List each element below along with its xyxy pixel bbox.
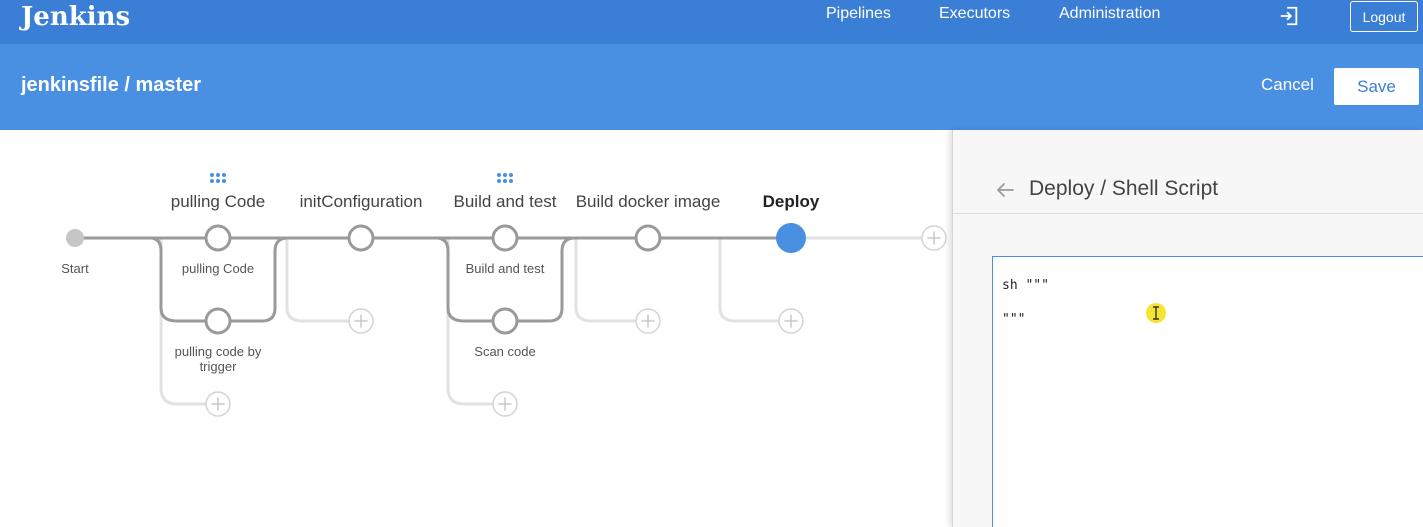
- panel-header: Deploy / Shell Script: [953, 130, 1423, 214]
- editor-header: jenkinsfile / master Cancel Save: [0, 44, 1423, 130]
- stage-title-initconfiguration[interactable]: initConfiguration: [300, 192, 423, 212]
- add-stage-icon[interactable]: [921, 225, 947, 251]
- stage-node-build-and-test[interactable]: [491, 224, 519, 252]
- stage-node-scan-code[interactable]: [491, 307, 519, 335]
- stage-title-build-docker-image[interactable]: Build docker image: [576, 192, 721, 212]
- back-arrow-icon[interactable]: [994, 179, 1016, 201]
- node-label-build-and-test: Build and test: [465, 261, 545, 276]
- stage-node-initconfiguration[interactable]: [347, 224, 375, 252]
- top-nav-bar: Jenkins Pipelines Executors Administrati…: [0, 0, 1423, 44]
- add-parallel-deploy-icon[interactable]: [778, 308, 804, 334]
- drag-grip-icon[interactable]: [495, 171, 515, 185]
- panel-title: Deploy / Shell Script: [1029, 177, 1219, 200]
- pipeline-branch-title: jenkinsfile / master: [21, 74, 202, 96]
- stage-title-pulling-code[interactable]: pulling Code: [171, 192, 266, 212]
- text-cursor-icon: [1146, 303, 1166, 323]
- add-parallel-pulling-code-icon[interactable]: [205, 391, 231, 417]
- exit-icon[interactable]: [1278, 5, 1300, 27]
- node-label-pulling-code-by-trigger: pulling code by trigger: [174, 344, 262, 374]
- drag-grip-icon[interactable]: [208, 171, 228, 185]
- add-parallel-initconfiguration-icon[interactable]: [348, 308, 374, 334]
- stage-node-deploy-selected[interactable]: [776, 223, 806, 253]
- jenkins-logo[interactable]: Jenkins: [21, 2, 130, 32]
- stage-node-build-docker-image[interactable]: [634, 224, 662, 252]
- node-label-pulling-code: pulling Code: [181, 261, 255, 276]
- start-node: [66, 229, 84, 247]
- add-parallel-build-docker-image-icon[interactable]: [635, 308, 661, 334]
- shell-script-editor[interactable]: [992, 256, 1423, 527]
- logout-button[interactable]: Logout: [1350, 1, 1418, 32]
- stage-title-build-and-test[interactable]: Build and test: [453, 192, 556, 212]
- node-label-scan-code: Scan code: [474, 344, 536, 359]
- nav-executors[interactable]: Executors: [939, 5, 1010, 23]
- pipeline-graph: pulling Code initConfiguration Build and…: [0, 130, 952, 527]
- step-editor-panel: Deploy / Shell Script: [952, 130, 1423, 527]
- save-button[interactable]: Save: [1334, 68, 1419, 105]
- nav-administration[interactable]: Administration: [1059, 5, 1160, 23]
- cancel-button[interactable]: Cancel: [1261, 75, 1314, 95]
- stage-node-pulling-code[interactable]: [204, 224, 232, 252]
- nav-pipelines[interactable]: Pipelines: [826, 5, 891, 23]
- stage-node-pulling-code-by-trigger[interactable]: [204, 307, 232, 335]
- pipeline-graph-svg: [66, 223, 947, 417]
- stage-title-deploy[interactable]: Deploy: [763, 192, 820, 212]
- start-label: Start: [61, 261, 89, 276]
- add-parallel-build-and-test-icon[interactable]: [492, 391, 518, 417]
